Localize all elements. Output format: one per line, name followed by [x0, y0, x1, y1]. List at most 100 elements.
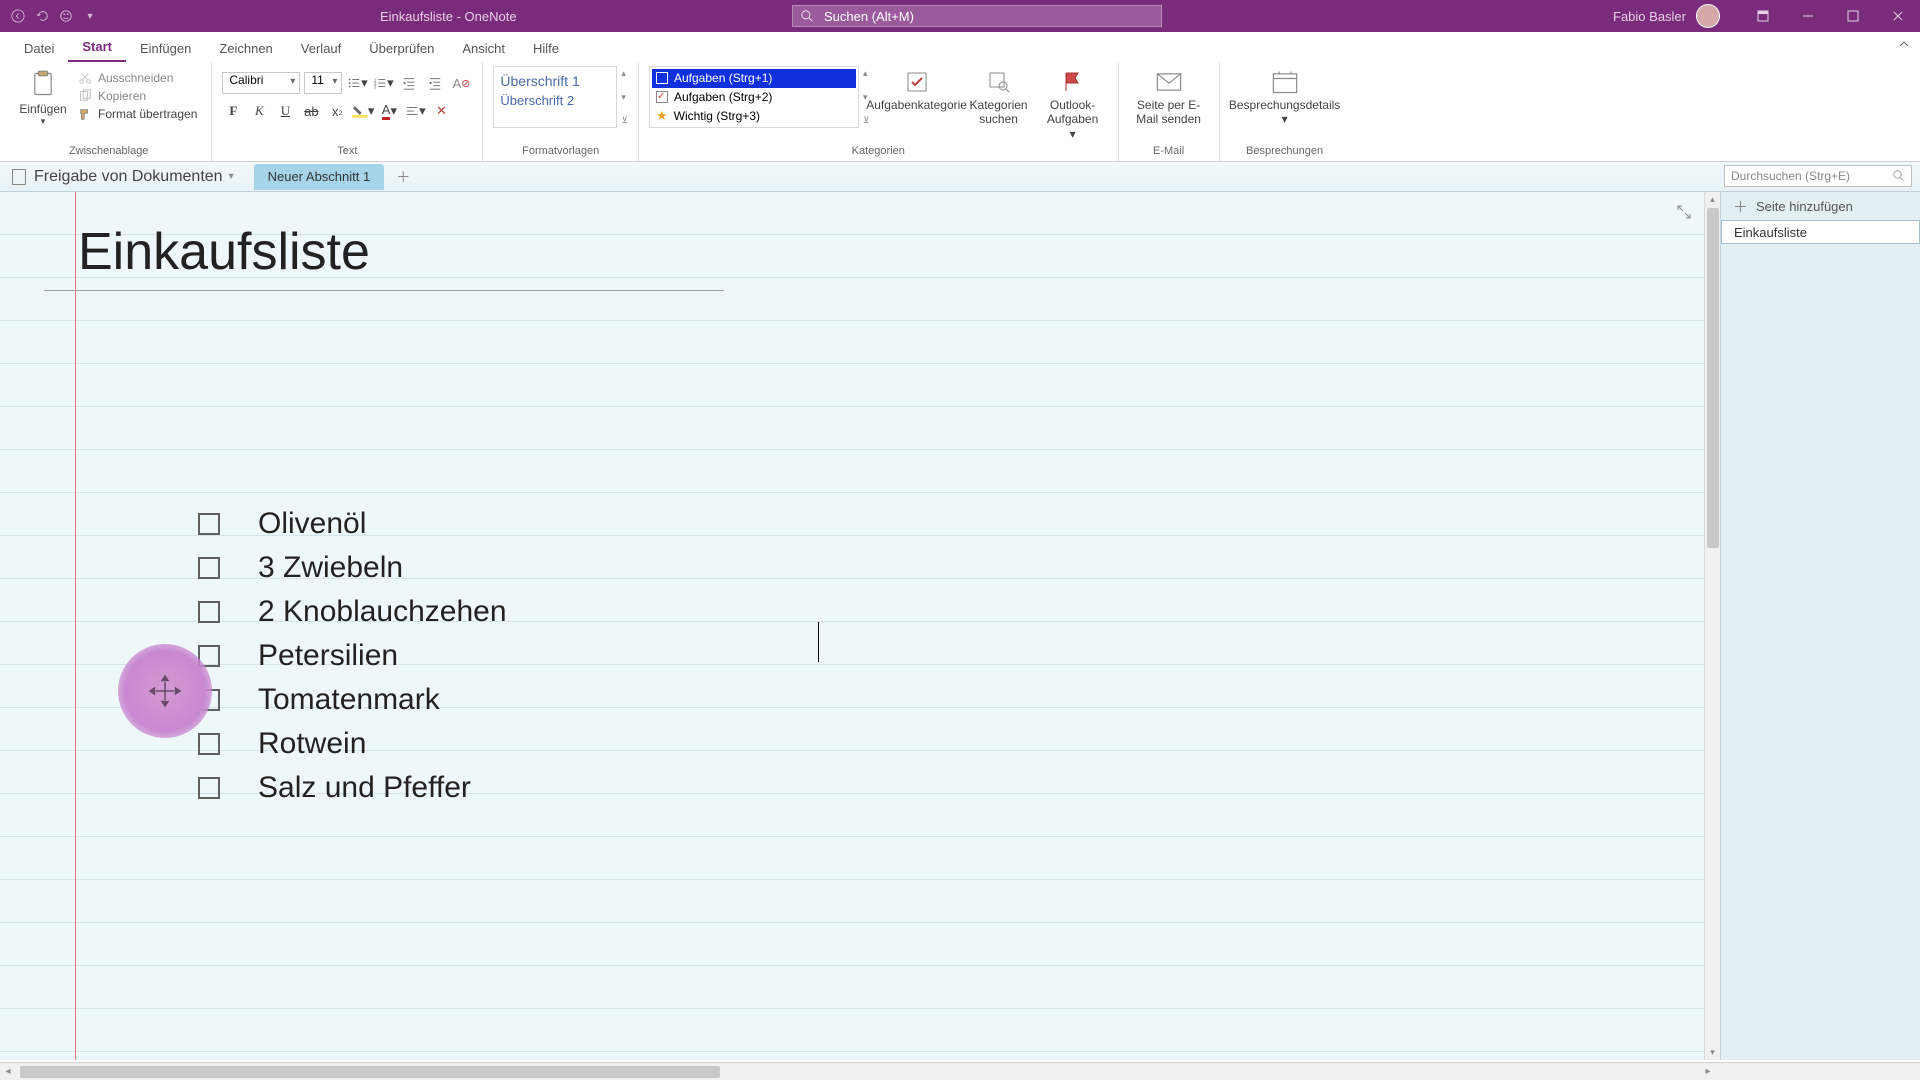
- bold-button[interactable]: F: [222, 100, 244, 122]
- close-icon[interactable]: [1875, 0, 1920, 32]
- tab-einfuegen[interactable]: Einfügen: [126, 35, 205, 62]
- outdent-button[interactable]: [398, 72, 420, 94]
- meeting-details-button[interactable]: Besprechungsdetails▾: [1230, 66, 1340, 127]
- page-canvas[interactable]: Einkaufsliste Olivenöl 3 Zwiebeln 2 Knob…: [0, 192, 1704, 1060]
- styles-down-icon[interactable]: ▾: [621, 92, 628, 103]
- checkbox[interactable]: [198, 513, 220, 535]
- font-color-button[interactable]: A▾: [378, 100, 400, 122]
- undo-icon[interactable]: [34, 8, 50, 24]
- minimize-icon[interactable]: [1785, 0, 1830, 32]
- hscroll-thumb[interactable]: [20, 1066, 720, 1078]
- font-size-select[interactable]: 11: [304, 72, 342, 94]
- notebook-icon[interactable]: [12, 169, 26, 185]
- tab-ansicht[interactable]: Ansicht: [448, 35, 519, 62]
- tag-todo-2[interactable]: Aufgaben (Strg+2): [652, 88, 856, 107]
- tab-datei[interactable]: Datei: [10, 35, 68, 62]
- list-item: 3 Zwiebeln: [198, 546, 507, 590]
- paste-button[interactable]: Einfügen ▾: [16, 66, 70, 127]
- ribbon-display-icon[interactable]: [1740, 0, 1785, 32]
- checkbox[interactable]: [198, 601, 220, 623]
- scissors-icon: [78, 71, 92, 85]
- checkbox-icon: [905, 70, 929, 94]
- tags-more-icon[interactable]: ⊻: [863, 115, 870, 126]
- group-label-styles: Formatvorlagen: [493, 143, 628, 159]
- tag-todo-1[interactable]: Aufgaben (Strg+1): [652, 69, 856, 88]
- styles-gallery[interactable]: Überschrift 1 Überschrift 2: [493, 66, 617, 128]
- group-label-meetings: Besprechungen: [1230, 143, 1340, 159]
- align-button[interactable]: ▾: [404, 100, 426, 122]
- back-icon[interactable]: [10, 8, 26, 24]
- scroll-up-icon[interactable]: ▴: [1705, 192, 1720, 205]
- plus-icon: ＋: [1733, 196, 1748, 217]
- add-section-button[interactable]: ＋: [392, 166, 414, 188]
- global-search[interactable]: Suchen (Alt+M): [792, 5, 1162, 27]
- group-label-email: E-Mail: [1129, 143, 1209, 159]
- tags-gallery[interactable]: Aufgaben (Strg+1) Aufgaben (Strg+2) ★Wic…: [649, 66, 859, 128]
- cut-button[interactable]: Ausschneiden: [74, 70, 201, 86]
- checklist-container[interactable]: Olivenöl 3 Zwiebeln 2 Knoblauchzehen Pet…: [198, 502, 507, 810]
- section-tab[interactable]: Neuer Abschnitt 1: [254, 164, 385, 190]
- list-item: Petersilien: [198, 634, 507, 678]
- page-list-panel: ＋ Seite hinzufügen Einkaufsliste: [1720, 192, 1920, 1060]
- italic-button[interactable]: K: [248, 100, 270, 122]
- qat-more-icon[interactable]: ▾: [82, 8, 98, 24]
- style-heading1[interactable]: Überschrift 1: [500, 71, 610, 91]
- task-category-button[interactable]: Aufgabenkategorie: [874, 66, 960, 112]
- maximize-icon[interactable]: [1830, 0, 1875, 32]
- tab-start[interactable]: Start: [68, 33, 126, 62]
- style-heading2[interactable]: Überschrift 2: [500, 91, 610, 110]
- title-bar: ▾ Einkaufsliste - OneNote Suchen (Alt+M)…: [0, 0, 1920, 32]
- svg-text:3: 3: [374, 84, 377, 89]
- avatar[interactable]: [1696, 4, 1720, 28]
- tags-up-icon[interactable]: ▴: [863, 68, 870, 79]
- bullets-button[interactable]: ▾: [346, 72, 368, 94]
- scroll-down-icon[interactable]: ▾: [1705, 1047, 1720, 1058]
- highlight-button[interactable]: ▾: [352, 100, 374, 122]
- horizontal-scrollbar[interactable]: ◂ ▸: [0, 1062, 1920, 1080]
- subscript-button[interactable]: x₂: [326, 100, 348, 122]
- touch-mode-icon[interactable]: [58, 8, 74, 24]
- calendar-icon: [1271, 70, 1299, 94]
- clear-formatting-button[interactable]: A⊘: [450, 72, 472, 94]
- checkbox[interactable]: [198, 733, 220, 755]
- strikethrough-button[interactable]: ab: [300, 100, 322, 122]
- vertical-scrollbar[interactable]: ▴ ▾: [1704, 192, 1720, 1060]
- expand-page-icon[interactable]: [1676, 204, 1692, 223]
- checkbox[interactable]: [198, 777, 220, 799]
- styles-up-icon[interactable]: ▴: [621, 68, 628, 79]
- brush-icon: [78, 107, 92, 121]
- outlook-tasks-button[interactable]: Outlook-Aufgaben▾: [1038, 66, 1108, 141]
- page-title[interactable]: Einkaufsliste: [78, 222, 724, 282]
- page-search-input[interactable]: Durchsuchen (Strg+E): [1724, 165, 1912, 187]
- username[interactable]: Fabio Basler: [1613, 9, 1686, 24]
- add-page-button[interactable]: ＋ Seite hinzufügen: [1721, 192, 1920, 220]
- scroll-thumb[interactable]: [1707, 208, 1719, 548]
- font-name-select[interactable]: Calibri: [222, 72, 300, 94]
- underline-button[interactable]: U: [274, 100, 296, 122]
- find-tags-button[interactable]: Kategorien suchen: [964, 66, 1034, 127]
- tab-verlauf[interactable]: Verlauf: [287, 35, 355, 62]
- tag-important[interactable]: ★Wichtig (Strg+3): [652, 106, 856, 125]
- group-label-clipboard: Zwischenablage: [16, 143, 201, 159]
- delete-button[interactable]: ✕: [430, 100, 452, 122]
- scroll-right-icon[interactable]: ▸: [1700, 1064, 1716, 1080]
- email-page-button[interactable]: Seite per E-Mail senden: [1129, 66, 1209, 127]
- notebook-name[interactable]: Freigabe von Dokumenten: [34, 168, 223, 186]
- indent-button[interactable]: [424, 72, 446, 94]
- page-list-item[interactable]: Einkaufsliste: [1721, 220, 1920, 244]
- ribbon-tabs: Datei Start Einfügen Zeichnen Verlauf Üb…: [0, 32, 1920, 62]
- format-painter-button[interactable]: Format übertragen: [74, 106, 201, 122]
- collapse-ribbon-icon[interactable]: [1898, 38, 1910, 53]
- tab-ueberpruefen[interactable]: Überprüfen: [355, 35, 448, 62]
- tab-zeichnen[interactable]: Zeichnen: [205, 35, 286, 62]
- notebook-bar: Freigabe von Dokumenten ▾ Neuer Abschnit…: [0, 162, 1920, 192]
- copy-button[interactable]: Kopieren: [74, 88, 201, 104]
- checkbox[interactable]: [198, 557, 220, 579]
- notebook-dropdown-icon[interactable]: ▾: [229, 171, 234, 182]
- scroll-left-icon[interactable]: ◂: [0, 1064, 16, 1080]
- text-cursor: [818, 622, 819, 662]
- styles-more-icon[interactable]: ⊻: [621, 115, 628, 126]
- ribbon-body: Einfügen ▾ Ausschneiden Kopieren Format …: [0, 62, 1920, 162]
- tab-hilfe[interactable]: Hilfe: [519, 35, 573, 62]
- numbering-button[interactable]: 123▾: [372, 72, 394, 94]
